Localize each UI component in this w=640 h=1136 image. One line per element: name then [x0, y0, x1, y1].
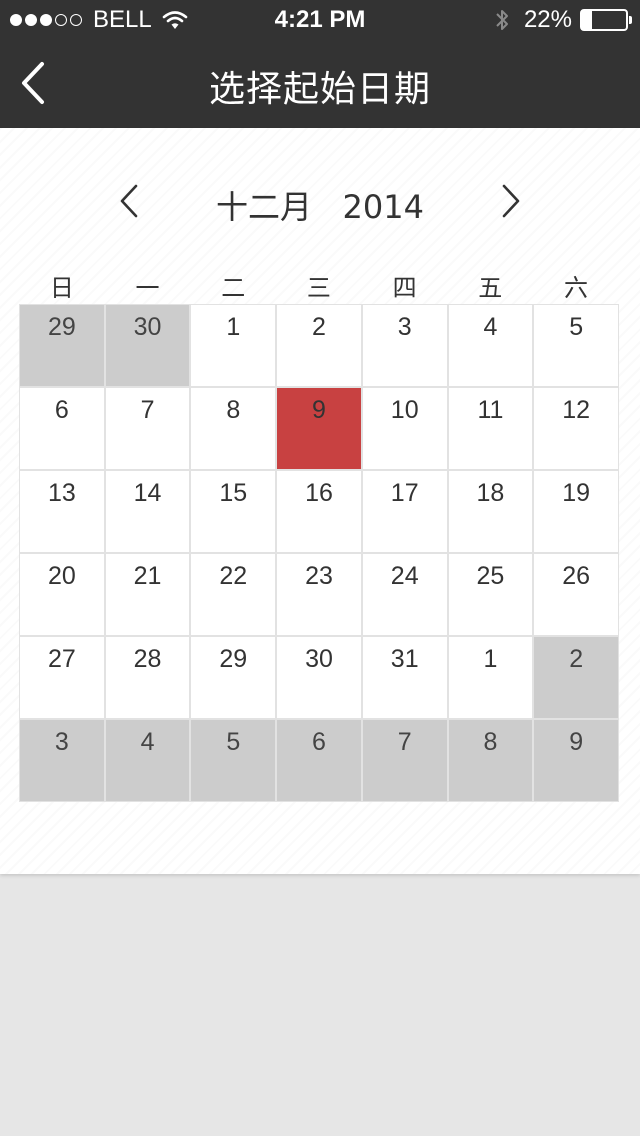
weekday-label: 六 [563, 274, 588, 302]
day-cell[interactable]: 1 [191, 305, 276, 386]
weekday-header: 日 一 二 三 四 五 六 [19, 268, 619, 303]
day-cell[interactable]: 19 [534, 471, 618, 552]
top-bar: BELL 4:21 PM 22% 选择起始日期 [0, 0, 640, 128]
day-cell[interactable]: 24 [362, 554, 447, 635]
day-cell[interactable]: 27 [20, 637, 104, 718]
day-cell[interactable]: 20 [20, 554, 104, 635]
day-cell[interactable]: 6 [20, 388, 104, 469]
day-cell-other-month[interactable]: 8 [448, 720, 533, 801]
day-cell[interactable]: 29 [191, 637, 276, 718]
day-cell-other-month[interactable]: 29 [20, 305, 104, 386]
battery-level [582, 11, 592, 29]
battery-percentage: 22% [523, 6, 572, 33]
day-cell-other-month[interactable]: 4 [105, 720, 190, 801]
day-cell[interactable]: 12 [534, 388, 618, 469]
day-cell[interactable]: 18 [448, 471, 533, 552]
day-cell-other-month[interactable]: 3 [20, 720, 104, 801]
day-cell[interactable]: 7 [105, 388, 190, 469]
day-cell[interactable]: 26 [534, 554, 618, 635]
day-cell-other-month[interactable]: 7 [362, 720, 447, 801]
bluetooth-icon [496, 10, 508, 30]
day-cell[interactable]: 15 [191, 471, 276, 552]
weekday-label: 五 [478, 274, 503, 302]
day-cell-other-month[interactable]: 9 [534, 720, 618, 801]
day-cell-other-month[interactable]: 6 [277, 720, 361, 801]
page-title: 选择起始日期 [208, 69, 431, 110]
weekday-label: 四 [392, 274, 417, 302]
day-cell[interactable]: 10 [362, 388, 447, 469]
day-cell[interactable]: 5 [534, 305, 618, 386]
weekday-label: 三 [306, 274, 331, 302]
weekday-label: 二 [221, 274, 246, 302]
month-year-label: 十二月 2014 [216, 188, 424, 226]
battery-icon [580, 9, 632, 31]
calendar-grid: 29 30 1 2 3 4 5 6 7 8 9 10 11 12 13 14 15 16 17 18 19 20 21 22 2… [19, 304, 619, 802]
day-cell[interactable]: 11 [448, 388, 533, 469]
day-cell[interactable]: 23 [277, 554, 361, 635]
day-cell[interactable]: 13 [20, 471, 104, 552]
day-cell[interactable]: 22 [191, 554, 276, 635]
calendar-panel: 十二月 2014 日 一 二 三 四 五 六 29 30 1 2 3 4 5 6 7 8 9 10 11… [0, 128, 640, 874]
weekday-label: 一 [135, 274, 160, 302]
chevron-right-icon [502, 184, 520, 218]
day-cell[interactable]: 31 [362, 637, 447, 718]
weekday-label: 日 [49, 274, 74, 302]
status-bar: BELL 4:21 PM 22% [0, 0, 640, 40]
day-cell-other-month[interactable]: 5 [191, 720, 276, 801]
status-right: 22% [494, 6, 632, 34]
day-cell[interactable]: 1 [448, 637, 533, 718]
day-cell[interactable]: 3 [362, 305, 447, 386]
day-cell[interactable]: 30 [277, 637, 361, 718]
day-cell[interactable]: 8 [191, 388, 276, 469]
month-header: 十二月 2014 [0, 178, 640, 228]
day-cell-other-month[interactable]: 2 [534, 637, 618, 718]
day-cell[interactable]: 2 [277, 305, 361, 386]
day-cell[interactable]: 28 [105, 637, 190, 718]
day-cell-other-month[interactable]: 30 [105, 305, 190, 386]
day-cell[interactable]: 14 [105, 471, 190, 552]
day-cell[interactable]: 4 [448, 305, 533, 386]
next-month-button[interactable] [494, 178, 528, 224]
day-cell[interactable]: 16 [277, 471, 361, 552]
day-cell-selected[interactable]: 9 [277, 388, 361, 469]
navigation-bar: 选择起始日期 [0, 40, 640, 128]
day-cell[interactable]: 25 [448, 554, 533, 635]
day-cell[interactable]: 17 [362, 471, 447, 552]
day-cell[interactable]: 21 [105, 554, 190, 635]
